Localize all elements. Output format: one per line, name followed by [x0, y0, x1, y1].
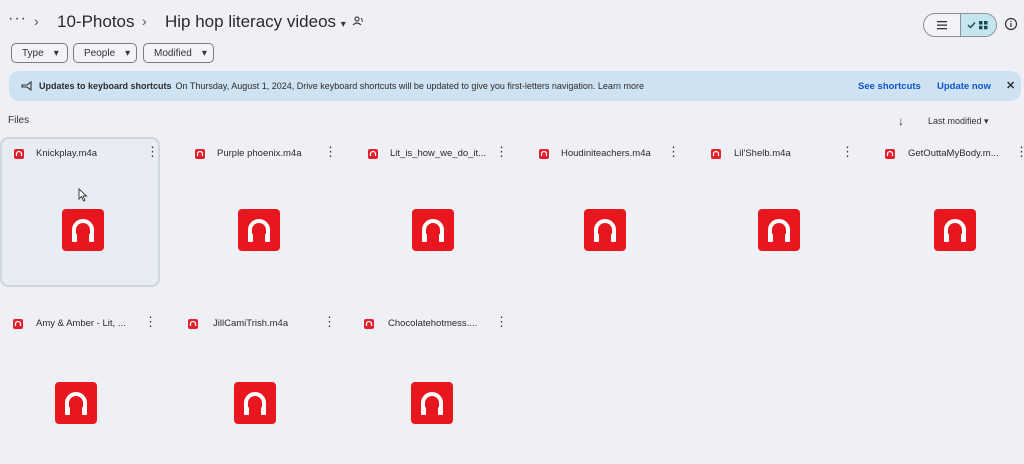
more-actions-icon[interactable]: ⋮: [667, 145, 680, 158]
file-card[interactable]: GetOuttaMyBody.m... ⋮: [866, 139, 1024, 289]
audio-file-icon: [368, 149, 378, 159]
file-name: Purple phoenix.m4a: [217, 148, 302, 159]
headphones-icon: [412, 209, 454, 251]
chip-label: Type: [22, 47, 44, 59]
headphones-icon: [62, 209, 104, 251]
grid-view-button[interactable]: [959, 14, 996, 36]
audio-file-icon: [885, 149, 895, 159]
headphones-icon: [934, 209, 976, 251]
headphones-icon: [758, 209, 800, 251]
more-actions-icon[interactable]: ⋮: [324, 145, 337, 158]
view-toggle[interactable]: [923, 13, 997, 37]
audio-file-icon: [14, 149, 24, 159]
audio-file-icon: [711, 149, 721, 159]
file-card[interactable]: JillCamiTrish.m4a ⋮: [176, 309, 336, 459]
folder-title: Hip hop literacy videos: [165, 12, 337, 31]
file-card[interactable]: Lil'Shelb.m4a ⋮: [692, 139, 854, 289]
check-grid-icon: [967, 21, 988, 30]
chevron-right-icon: ›: [142, 13, 147, 29]
file-card[interactable]: Houdiniteachers.m4a ⋮: [520, 139, 680, 289]
info-icon[interactable]: [1004, 17, 1018, 31]
file-name: GetOuttaMyBody.m...: [908, 148, 999, 159]
caret-down-icon: ▾: [201, 47, 207, 59]
update-now-link[interactable]: Update now: [937, 81, 991, 92]
headphones-icon: [411, 382, 453, 424]
headphones-icon: [238, 209, 280, 251]
file-name: Knickplay.m4a: [36, 148, 98, 159]
file-name: Houdiniteachers.m4a: [561, 148, 651, 159]
more-actions-icon[interactable]: ⋮: [841, 145, 854, 158]
audio-file-icon: [364, 319, 374, 329]
more-actions-icon[interactable]: ⋮: [146, 145, 159, 158]
files-section-label: Files: [8, 115, 30, 126]
more-actions-icon[interactable]: ⋮: [323, 315, 336, 328]
more-actions-icon[interactable]: ⋮: [495, 315, 508, 328]
sort-by-button[interactable]: Last modified ▾: [928, 116, 989, 127]
more-actions-icon[interactable]: ⋮: [495, 145, 508, 158]
file-name: Lit_is_how_we_do_it...: [390, 148, 487, 159]
see-shortcuts-link[interactable]: See shortcuts: [858, 81, 921, 92]
file-card[interactable]: Chocolatehotmess.... ⋮: [352, 309, 512, 459]
file-card[interactable]: Lit_is_how_we_do_it... ⋮: [348, 139, 508, 289]
shared-folder-icon: [352, 16, 363, 26]
people-filter-chip[interactable]: People ▾: [73, 43, 137, 63]
audio-file-icon: [13, 319, 23, 329]
chip-label: Modified: [154, 47, 192, 59]
headphones-icon: [234, 382, 276, 424]
caret-down-icon: ▾: [125, 47, 131, 59]
caret-down-icon: ▾: [53, 47, 59, 59]
modified-filter-chip[interactable]: Modified ▾: [143, 43, 214, 63]
chip-label: People: [84, 47, 116, 59]
audio-file-icon: [539, 149, 549, 159]
type-filter-chip[interactable]: Type ▾: [11, 43, 68, 63]
close-icon[interactable]: ✕: [1006, 79, 1015, 92]
banner-title: Updates to keyboard shortcuts: [39, 81, 172, 91]
file-name: Chocolatehotmess....: [388, 318, 478, 329]
list-view-button[interactable]: [924, 14, 960, 36]
headphones-icon: [55, 382, 97, 424]
chevron-right-icon: ›: [34, 13, 39, 29]
audio-file-icon: [188, 319, 198, 329]
file-name: Amy & Amber - Lit, ...: [36, 318, 126, 329]
megaphone-icon: [21, 81, 32, 91]
breadcrumb-current[interactable]: Hip hop literacy videos ▾: [165, 12, 346, 32]
banner-text: On Thursday, August 1, 2024, Drive keybo…: [175, 81, 644, 91]
file-card[interactable]: Amy & Amber - Lit, ... ⋮: [0, 309, 160, 459]
file-card[interactable]: Knickplay.m4a ⋮: [0, 137, 160, 287]
list-icon: [936, 21, 947, 30]
more-actions-icon[interactable]: ⋮: [1015, 145, 1024, 158]
sort-direction-icon[interactable]: ↓: [898, 114, 904, 128]
caret-down-icon: ▾: [340, 19, 346, 30]
more-actions-icon[interactable]: ⋮: [144, 315, 157, 328]
more-breadcrumbs-button[interactable]: ···: [8, 10, 27, 28]
mouse-cursor-icon: [78, 188, 88, 202]
shortcuts-banner: Updates to keyboard shortcuts On Thursda…: [9, 71, 1021, 101]
audio-file-icon: [195, 149, 205, 159]
breadcrumb-parent[interactable]: 10-Photos: [57, 12, 135, 32]
file-card[interactable]: Purple phoenix.m4a ⋮: [175, 139, 337, 289]
file-name: Lil'Shelb.m4a: [734, 148, 791, 159]
headphones-icon: [584, 209, 626, 251]
file-name: JillCamiTrish.m4a: [213, 318, 289, 329]
